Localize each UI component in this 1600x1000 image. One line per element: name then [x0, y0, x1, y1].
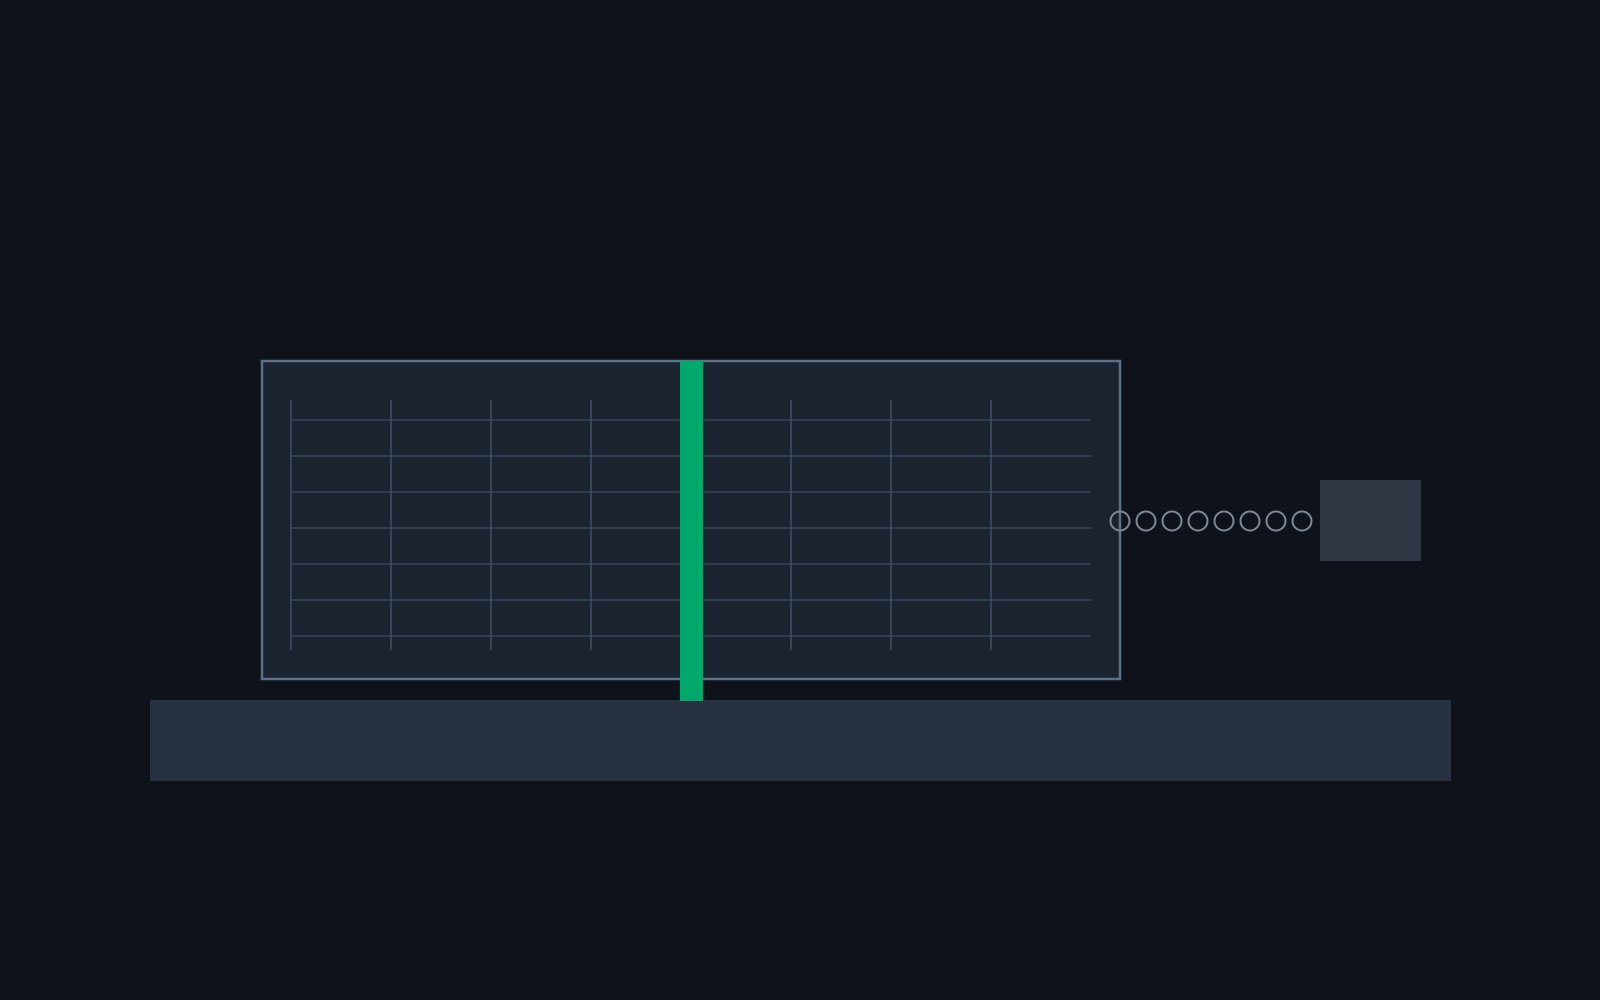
marker-bar[interactable] — [680, 361, 703, 701]
chain — [1109, 510, 1313, 532]
scene-canvas — [150, 359, 1451, 781]
chain-link — [1135, 510, 1157, 532]
floor-platform — [150, 700, 1451, 781]
game-scene — [0, 0, 1600, 1000]
chain-link — [1213, 510, 1235, 532]
chain-link — [1239, 510, 1261, 532]
chain-link — [1187, 510, 1209, 532]
weight-block[interactable] — [1320, 480, 1421, 561]
chain-link — [1265, 510, 1287, 532]
chain-link — [1291, 510, 1313, 532]
chain-link — [1161, 510, 1183, 532]
